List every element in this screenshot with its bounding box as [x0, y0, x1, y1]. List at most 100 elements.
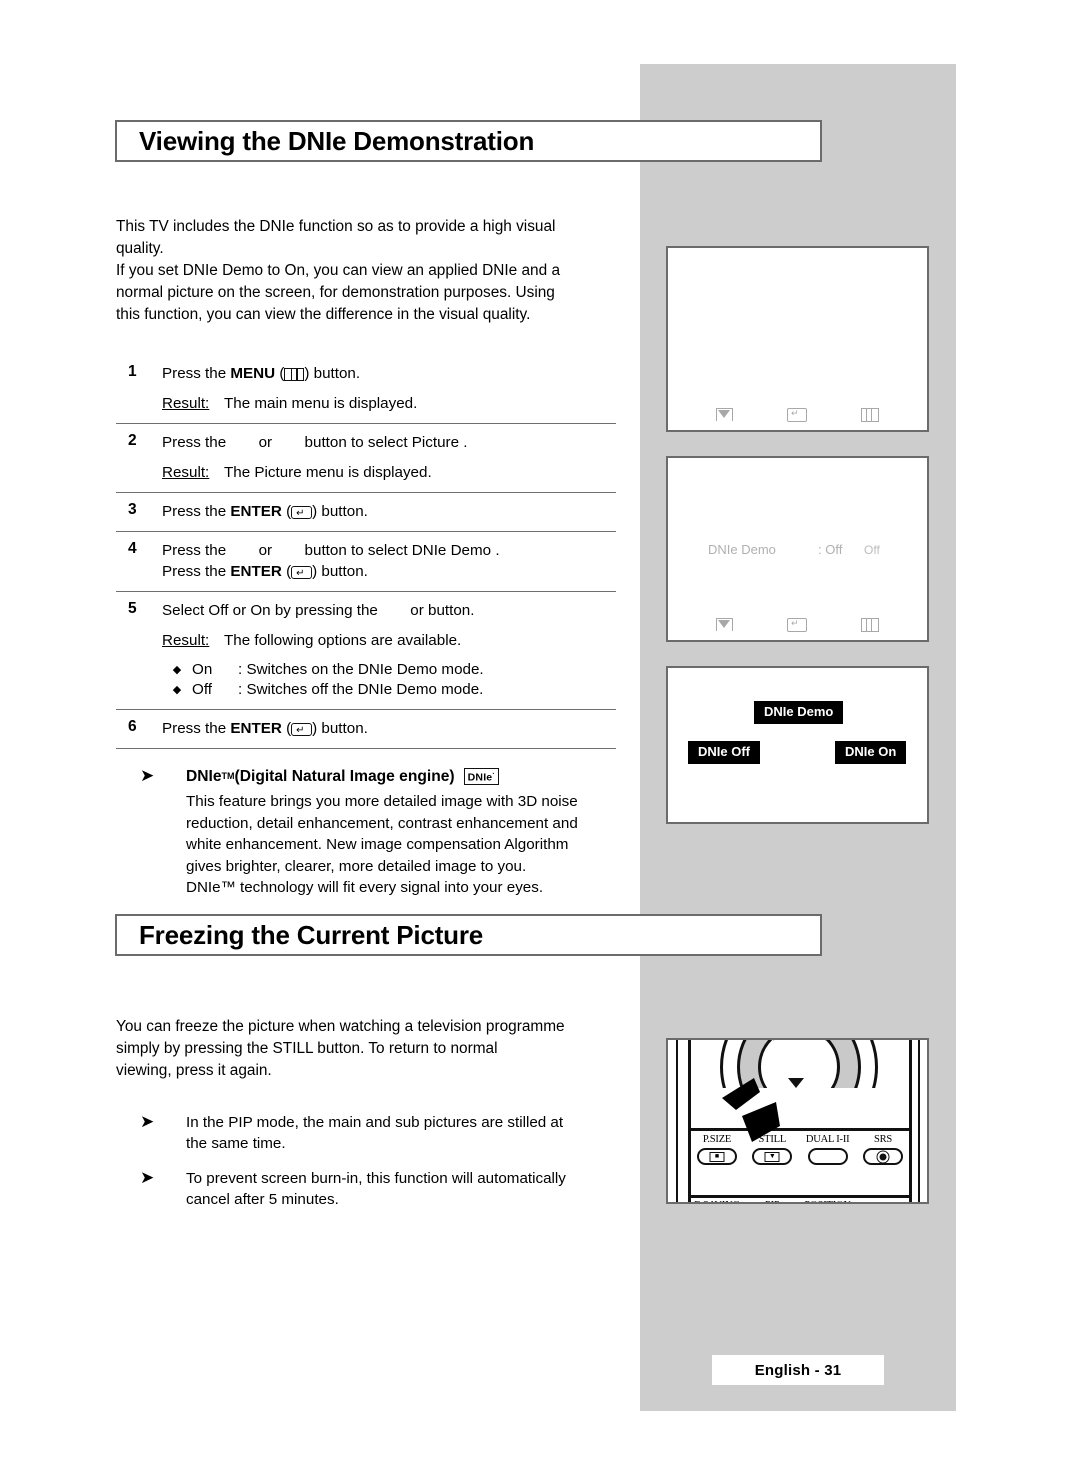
badge-dnie-on: DNIe On — [835, 741, 907, 764]
remote-key-label: DUAL I-II — [805, 1134, 850, 1145]
freeze-note-text: In the PIP mode, the main and sub pictur… — [186, 1112, 630, 1154]
intro-line: this function, you can view the differen… — [116, 306, 531, 323]
enter-icon: ↵ — [787, 408, 807, 422]
step-number: 4 — [128, 540, 137, 557]
osd-menu-label: DNIe Demo — [708, 542, 776, 557]
diamond-bullet-icon: ◆ — [172, 664, 182, 676]
dnie-note-body-row: This feature brings you more detailed im… — [140, 787, 620, 899]
dnie-note: ➤ DNIe TM (Digital Natural Image engine) D… — [140, 766, 620, 899]
enter-icon: ↵ — [787, 618, 807, 632]
pointer-arrow-icon — [722, 1078, 780, 1142]
step-text-post: or button. — [406, 602, 475, 619]
down-arrow-icon — [716, 408, 733, 421]
note-line: the same time. — [186, 1135, 286, 1152]
step-text: Select Off or On by pressing the or butt… — [162, 600, 616, 621]
result-label: Result: — [162, 632, 210, 649]
enter-icon: ↵ — [291, 566, 313, 579]
step-text-post: button to select Picture . — [300, 434, 468, 451]
intro-paragraph-freeze: You can freeze the picture when watching… — [116, 1016, 616, 1082]
intro-line: quality. — [116, 240, 164, 257]
step-text-post: button to select DNIe Demo . — [300, 542, 500, 559]
dnie-title-main: DNIe — [186, 768, 222, 785]
srs-icon[interactable] — [862, 1148, 903, 1165]
dnie-logo-icon: DNIe· — [463, 767, 499, 786]
remote-key-label: PIP — [747, 1200, 797, 1202]
step-text-post: ) button. — [312, 503, 368, 520]
result-text: The Picture menu is displayed. — [224, 464, 432, 481]
intro-line: normal picture on the screen, for demons… — [116, 284, 555, 301]
step-number: 6 — [128, 718, 137, 735]
section-heading-viewing-dnie: Viewing the DNIe Demonstration — [115, 120, 822, 162]
osd-icon-row: ↵ — [668, 618, 927, 632]
remote-control-illustration: P.SIZE ■ STILL ▼ DUAL I-II SRS E.SAVING … — [666, 1038, 929, 1204]
step-number: 3 — [128, 501, 137, 518]
step-row: 6 Press the ENTER (↵) button. — [116, 710, 616, 749]
dual-button[interactable] — [807, 1148, 848, 1165]
note-line: cancel after 5 minutes. — [186, 1191, 339, 1208]
dnie-logo-tick: · — [492, 770, 495, 778]
dnie-note-title: DNIe TM (Digital Natural Image engine) DNI… — [186, 766, 499, 787]
note-line: reduction, detail enhancement, contrast … — [186, 814, 578, 832]
psize-glyph: ■ — [709, 1151, 725, 1162]
chevron-up-icon[interactable]: ▲ — [863, 1202, 903, 1204]
remote-key-esaving[interactable]: E.SAVING — [692, 1200, 742, 1202]
badge-dnie-demo: DNIe Demo — [754, 701, 844, 724]
still-icon[interactable]: ▼ — [752, 1148, 793, 1165]
step-text-secondary: Press the ENTER (↵) button. — [162, 561, 616, 582]
diamond-bullet-icon: ◆ — [172, 684, 182, 696]
osd-icon-row: ↵ — [668, 408, 927, 422]
step-number: 2 — [128, 432, 137, 449]
step-text-pre: Press the — [162, 542, 231, 559]
remote-key-pip[interactable]: PIP — [747, 1200, 797, 1202]
step-keyword: MENU — [230, 365, 276, 382]
remote-button-row-2: E.SAVING PIP POSITION ▣ ▲ — [692, 1200, 908, 1204]
step-keyword: ENTER — [230, 720, 282, 737]
remote-key-channel-up[interactable]: ▲ — [858, 1200, 908, 1204]
step-result: Result: The main menu is displayed. — [162, 393, 616, 414]
step-text-pre: Press the — [162, 563, 231, 580]
intro-line: simply by pressing the STILL button. To … — [116, 1040, 498, 1057]
dnie-note-title-row: ➤ DNIe TM (Digital Natural Image engine) D… — [140, 766, 620, 787]
result-text: The main menu is displayed. — [224, 395, 418, 412]
step-number: 1 — [128, 363, 137, 380]
page-footer: English - 31 — [712, 1355, 884, 1385]
remote-key-label: SRS — [873, 1134, 893, 1145]
step-text-mid: ( — [281, 503, 292, 520]
psize-icon[interactable]: ■ — [697, 1148, 737, 1165]
step-row: 3 Press the ENTER (↵) button. — [116, 493, 616, 532]
intro-line: This TV includes the DNIe function so as… — [116, 218, 556, 235]
osd-screen-main-menu: ↵ — [666, 246, 929, 432]
step-text: Press the or button to select DNIe Demo … — [162, 540, 616, 561]
freeze-note-row: ➤ To prevent screen burn-in, this functi… — [140, 1168, 630, 1210]
intro-line: viewing, press it again. — [116, 1062, 272, 1079]
osd-screen-dnie-demo: DNIe Demo : Off Off ↵ — [666, 456, 929, 642]
step-text-post: ) button. — [312, 720, 368, 737]
note-line: DNIe™ technology will fit every signal i… — [186, 879, 544, 896]
intro-line: If you set DNIe Demo to On, you can view… — [116, 262, 560, 279]
dnie-note-body: This feature brings you more detailed im… — [186, 791, 578, 899]
freeze-note-text: To prevent screen burn-in, this function… — [186, 1168, 630, 1210]
step-text: Press the MENU () button. — [162, 363, 616, 384]
srs-dot — [879, 1153, 887, 1160]
osd-menu-value-ghost: Off — [864, 543, 880, 557]
dnie-title-tm: TM — [221, 771, 235, 781]
remote-key-position[interactable]: POSITION ▣ — [803, 1200, 853, 1202]
step-text-post: ) button. — [304, 365, 361, 382]
page-title-secondary: Freezing the Current Picture — [139, 919, 484, 950]
dnie-logo-text: DNIe — [467, 771, 493, 784]
menu-icon — [861, 408, 879, 422]
option-desc: : Switches off the DNIe Demo mode. — [238, 681, 484, 698]
remote-left-edge — [676, 1040, 682, 1202]
remote-key-label: POSITION — [803, 1200, 853, 1202]
remote-key-srs[interactable]: SRS — [858, 1134, 908, 1165]
step-options: ◆ On : Switches on the DNIe Demo mode. ◆… — [162, 660, 616, 700]
option-desc: : Switches on the DNIe Demo mode. — [238, 661, 484, 678]
down-arrow-icon — [716, 618, 733, 631]
step-keyword: ENTER — [230, 563, 282, 580]
remote-key-dual[interactable]: DUAL I-II — [803, 1134, 853, 1165]
freeze-notes: ➤ In the PIP mode, the main and sub pict… — [140, 1112, 630, 1224]
note-line: gives brighter, clearer, more detailed i… — [186, 857, 527, 875]
step-text-pre: Select Off — [162, 602, 233, 619]
remote-divider — [688, 1195, 912, 1198]
